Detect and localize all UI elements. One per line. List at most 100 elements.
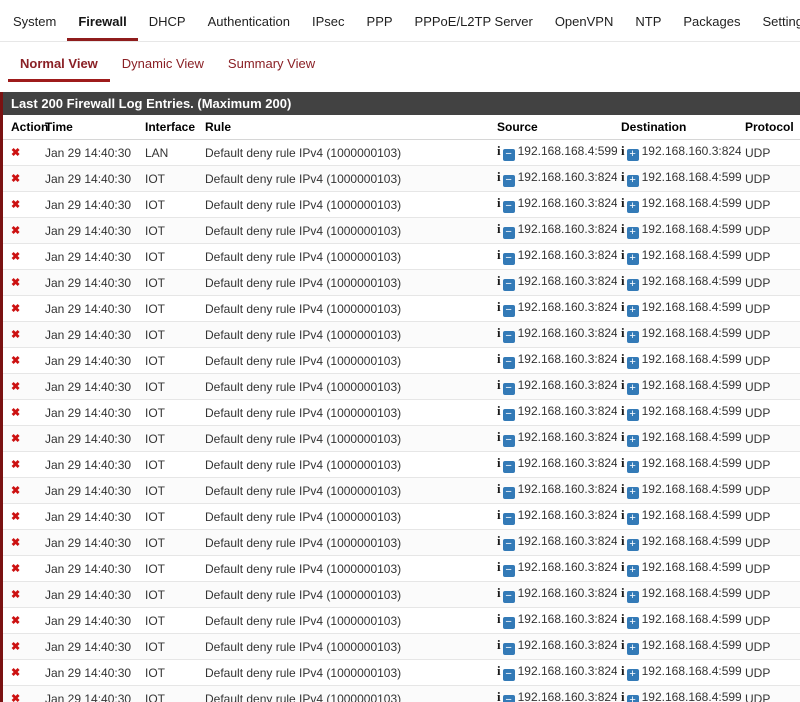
block-x-icon[interactable]: ✖ — [11, 225, 20, 237]
info-icon[interactable]: i — [497, 222, 501, 236]
info-icon[interactable]: i — [497, 144, 501, 158]
minus-square-icon[interactable]: − — [502, 617, 515, 629]
block-x-icon[interactable]: ✖ — [11, 329, 20, 341]
tab-normal-view[interactable]: Normal View — [8, 48, 110, 82]
minus-square-icon[interactable]: − — [502, 695, 515, 702]
info-icon[interactable]: i — [621, 274, 625, 288]
info-icon[interactable]: i — [497, 352, 501, 366]
info-icon[interactable]: i — [621, 352, 625, 366]
minus-square-icon[interactable]: − — [502, 383, 515, 395]
plus-square-icon[interactable]: + — [626, 149, 639, 161]
block-x-icon[interactable]: ✖ — [11, 667, 20, 679]
minus-square-icon[interactable]: − — [502, 669, 515, 681]
plus-square-icon[interactable]: + — [626, 643, 639, 655]
minus-square-icon[interactable]: − — [502, 149, 515, 161]
block-x-icon[interactable]: ✖ — [11, 147, 20, 159]
info-icon[interactable]: i — [497, 690, 501, 702]
nav-item-openvpn[interactable]: OpenVPN — [544, 0, 625, 41]
info-icon[interactable]: i — [621, 196, 625, 210]
plus-square-icon[interactable]: + — [626, 617, 639, 629]
info-icon[interactable]: i — [497, 378, 501, 392]
minus-square-icon[interactable]: − — [502, 513, 515, 525]
info-icon[interactable]: i — [621, 508, 625, 522]
plus-square-icon[interactable]: + — [626, 201, 639, 213]
nav-item-settings[interactable]: Settings — [751, 0, 800, 41]
minus-square-icon[interactable]: − — [502, 643, 515, 655]
plus-square-icon[interactable]: + — [626, 175, 639, 187]
info-icon[interactable]: i — [497, 456, 501, 470]
block-x-icon[interactable]: ✖ — [11, 589, 20, 601]
block-x-icon[interactable]: ✖ — [11, 381, 20, 393]
plus-square-icon[interactable]: + — [626, 279, 639, 291]
info-icon[interactable]: i — [621, 534, 625, 548]
nav-item-ppp[interactable]: PPP — [356, 0, 404, 41]
info-icon[interactable]: i — [621, 144, 625, 158]
plus-square-icon[interactable]: + — [626, 591, 639, 603]
minus-square-icon[interactable]: − — [502, 565, 515, 577]
minus-square-icon[interactable]: − — [502, 227, 515, 239]
block-x-icon[interactable]: ✖ — [11, 459, 20, 471]
nav-item-authentication[interactable]: Authentication — [197, 0, 301, 41]
plus-square-icon[interactable]: + — [626, 435, 639, 447]
info-icon[interactable]: i — [497, 248, 501, 262]
tab-dynamic-view[interactable]: Dynamic View — [110, 48, 216, 82]
minus-square-icon[interactable]: − — [502, 279, 515, 291]
info-icon[interactable]: i — [497, 482, 501, 496]
block-x-icon[interactable]: ✖ — [11, 173, 20, 185]
minus-square-icon[interactable]: − — [502, 175, 515, 187]
block-x-icon[interactable]: ✖ — [11, 537, 20, 549]
minus-square-icon[interactable]: − — [502, 357, 515, 369]
info-icon[interactable]: i — [621, 586, 625, 600]
nav-item-ntp[interactable]: NTP — [624, 0, 672, 41]
plus-square-icon[interactable]: + — [626, 383, 639, 395]
plus-square-icon[interactable]: + — [626, 669, 639, 681]
info-icon[interactable]: i — [497, 560, 501, 574]
info-icon[interactable]: i — [621, 482, 625, 496]
block-x-icon[interactable]: ✖ — [11, 641, 20, 653]
block-x-icon[interactable]: ✖ — [11, 277, 20, 289]
plus-square-icon[interactable]: + — [626, 409, 639, 421]
info-icon[interactable]: i — [621, 690, 625, 702]
info-icon[interactable]: i — [621, 404, 625, 418]
minus-square-icon[interactable]: − — [502, 331, 515, 343]
block-x-icon[interactable]: ✖ — [11, 511, 20, 523]
plus-square-icon[interactable]: + — [626, 331, 639, 343]
nav-item-dhcp[interactable]: DHCP — [138, 0, 197, 41]
info-icon[interactable]: i — [497, 196, 501, 210]
info-icon[interactable]: i — [497, 664, 501, 678]
minus-square-icon[interactable]: − — [502, 435, 515, 447]
block-x-icon[interactable]: ✖ — [11, 615, 20, 627]
tab-summary-view[interactable]: Summary View — [216, 48, 327, 82]
minus-square-icon[interactable]: − — [502, 409, 515, 421]
block-x-icon[interactable]: ✖ — [11, 251, 20, 263]
info-icon[interactable]: i — [621, 170, 625, 184]
plus-square-icon[interactable]: + — [626, 539, 639, 551]
plus-square-icon[interactable]: + — [626, 513, 639, 525]
info-icon[interactable]: i — [497, 274, 501, 288]
block-x-icon[interactable]: ✖ — [11, 693, 20, 702]
nav-item-ipsec[interactable]: IPsec — [301, 0, 356, 41]
plus-square-icon[interactable]: + — [626, 253, 639, 265]
plus-square-icon[interactable]: + — [626, 461, 639, 473]
info-icon[interactable]: i — [497, 638, 501, 652]
info-icon[interactable]: i — [497, 586, 501, 600]
info-icon[interactable]: i — [621, 560, 625, 574]
minus-square-icon[interactable]: − — [502, 253, 515, 265]
block-x-icon[interactable]: ✖ — [11, 433, 20, 445]
plus-square-icon[interactable]: + — [626, 357, 639, 369]
minus-square-icon[interactable]: − — [502, 201, 515, 213]
info-icon[interactable]: i — [621, 638, 625, 652]
info-icon[interactable]: i — [497, 170, 501, 184]
info-icon[interactable]: i — [497, 534, 501, 548]
minus-square-icon[interactable]: − — [502, 487, 515, 499]
minus-square-icon[interactable]: − — [502, 305, 515, 317]
minus-square-icon[interactable]: − — [502, 591, 515, 603]
minus-square-icon[interactable]: − — [502, 461, 515, 473]
nav-item-pppoe-l2tp-server[interactable]: PPPoE/L2TP Server — [404, 0, 544, 41]
info-icon[interactable]: i — [621, 378, 625, 392]
info-icon[interactable]: i — [497, 300, 501, 314]
plus-square-icon[interactable]: + — [626, 695, 639, 702]
plus-square-icon[interactable]: + — [626, 227, 639, 239]
nav-item-firewall[interactable]: Firewall — [67, 0, 138, 41]
block-x-icon[interactable]: ✖ — [11, 407, 20, 419]
